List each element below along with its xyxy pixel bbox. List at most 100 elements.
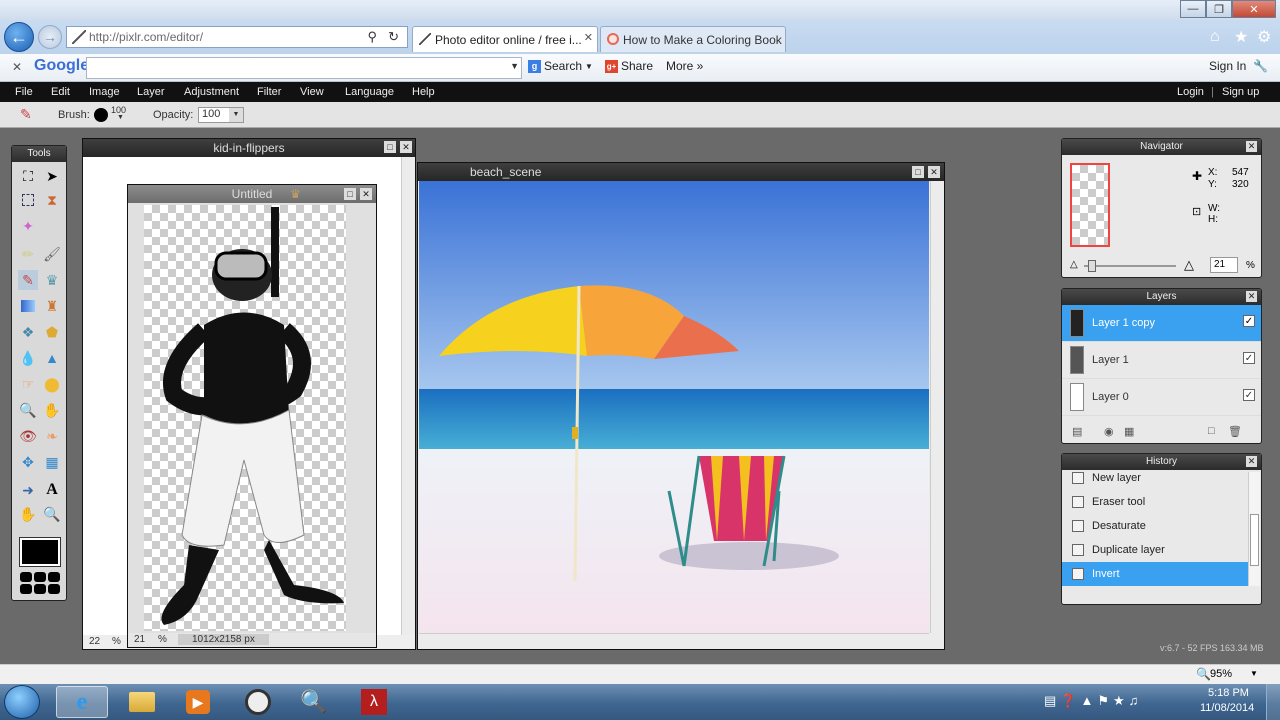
pencil-icon[interactable]: ✏ xyxy=(18,244,38,264)
zoom-icon[interactable]: 🔍 xyxy=(42,504,62,524)
marquee-icon[interactable] xyxy=(18,190,38,210)
history-item[interactable]: Duplicate layer xyxy=(1062,538,1248,562)
menu-help[interactable]: Help xyxy=(412,86,435,98)
share-button[interactable]: g+ Share xyxy=(605,59,653,73)
lasso-icon[interactable]: ⧗ xyxy=(42,190,62,210)
history-item[interactable]: New layer xyxy=(1062,466,1248,490)
zoom-level[interactable]: 95% xyxy=(1210,668,1232,680)
maximize-button[interactable]: ❐ xyxy=(1206,0,1232,18)
scrollbar-horizontal[interactable] xyxy=(419,633,929,647)
color-picker-icon[interactable]: ➜ xyxy=(18,480,38,500)
media-player-icon[interactable]: ▶ xyxy=(172,686,224,718)
layer-row[interactable]: Layer 1 ✓ xyxy=(1062,342,1261,379)
tab-coloring-book[interactable]: How to Make a Coloring Book xyxy=(600,26,786,52)
chevron-down-icon[interactable]: ▼ xyxy=(229,108,243,122)
search-icon[interactable]: ⚲ xyxy=(367,29,377,45)
address-bar[interactable]: http://pixlr.com/editor/ ⚲ ↻ xyxy=(66,26,408,48)
history-item[interactable]: Invert xyxy=(1062,562,1248,586)
drawing-icon[interactable]: ⬟ xyxy=(42,322,62,342)
brush-icon[interactable]: 🖌 xyxy=(42,244,62,264)
type-icon[interactable]: A xyxy=(42,480,62,500)
tray-icons[interactable]: ▤❓▲⚑★♫ xyxy=(1044,693,1142,709)
menu-image[interactable]: Image xyxy=(89,86,120,98)
close-toolbar-icon[interactable]: ✕ xyxy=(12,60,22,74)
scrollbar-vertical[interactable] xyxy=(930,181,944,633)
color-swatch[interactable] xyxy=(19,537,61,567)
close-icon[interactable]: ✕ xyxy=(928,166,940,178)
visibility-checkbox[interactable]: ✓ xyxy=(1243,389,1255,401)
refresh-icon[interactable]: ↻ xyxy=(388,29,399,45)
start-button[interactable] xyxy=(4,685,40,719)
maximize-icon[interactable]: □ xyxy=(384,141,396,153)
scrollbar-vertical[interactable] xyxy=(401,157,415,635)
red-eye-icon[interactable]: 👁 xyxy=(18,426,38,446)
canvas-kid[interactable] xyxy=(144,205,346,631)
scrollbar-vertical[interactable] xyxy=(1248,472,1260,586)
blur-icon[interactable]: 💧 xyxy=(18,348,38,368)
more-button[interactable]: More » xyxy=(666,59,703,73)
zoom-input[interactable]: 21 xyxy=(1210,257,1238,273)
gradient-icon[interactable] xyxy=(18,296,38,316)
close-icon[interactable]: ✕ xyxy=(400,141,412,153)
zoom-out-icon[interactable]: △ xyxy=(1070,259,1078,270)
settings-gear-icon[interactable]: ⚙ xyxy=(1257,27,1271,47)
smudge-icon[interactable]: ☞ xyxy=(18,374,38,394)
layer-row[interactable]: Layer 1 copy ✓ xyxy=(1062,305,1261,342)
chevron-down-icon[interactable]: ▼ xyxy=(1250,669,1258,678)
login-link[interactable]: Login xyxy=(1177,86,1204,98)
internet-explorer-icon[interactable]: e xyxy=(56,686,108,718)
back-button[interactable]: ← xyxy=(4,22,34,52)
zoom-slider-handle[interactable] xyxy=(1088,260,1096,272)
close-icon[interactable]: ✕ xyxy=(1246,291,1257,302)
hand-icon[interactable]: ✋ xyxy=(18,504,38,524)
zoom-slider[interactable] xyxy=(1084,260,1176,272)
navigator-thumbnail[interactable] xyxy=(1070,163,1110,247)
visibility-checkbox[interactable]: ✓ xyxy=(1243,352,1255,364)
layer-mask-icon[interactable]: ◉ xyxy=(1104,425,1114,438)
visibility-checkbox[interactable]: ✓ xyxy=(1243,315,1255,327)
bloat-icon[interactable]: ✥ xyxy=(18,452,38,472)
swatch-grid-icon[interactable] xyxy=(20,572,60,594)
scrollbar-thumb[interactable] xyxy=(1250,514,1259,566)
stamp-icon[interactable]: ♜ xyxy=(42,296,62,316)
close-icon[interactable]: ✕ xyxy=(360,188,372,200)
menu-filter[interactable]: Filter xyxy=(257,86,281,98)
crop-icon[interactable]: ⛶ xyxy=(18,166,38,186)
brush-preview[interactable] xyxy=(94,108,108,122)
show-desktop-button[interactable] xyxy=(1266,684,1280,720)
menu-adjustment[interactable]: Adjustment xyxy=(184,86,239,98)
menu-layer[interactable]: Layer xyxy=(137,86,165,98)
close-tab-icon[interactable]: ✕ xyxy=(584,31,593,44)
sponge-icon[interactable]: ⬤ xyxy=(42,374,62,394)
canvas-beach[interactable] xyxy=(419,181,929,633)
color-replace-icon[interactable]: ❖ xyxy=(18,322,38,342)
menu-view[interactable]: View xyxy=(300,86,324,98)
google-search-button[interactable]: g Search ▼ xyxy=(528,59,593,73)
clock-app-icon[interactable] xyxy=(232,686,284,718)
minimize-button[interactable]: — xyxy=(1180,0,1206,18)
search-app-icon[interactable]: 🔍 xyxy=(288,686,340,718)
menu-language[interactable]: Language xyxy=(345,86,394,98)
move-icon[interactable]: ➤ xyxy=(42,166,62,186)
layer-row[interactable]: Layer 0 ✓ xyxy=(1062,379,1261,416)
layer-settings-icon[interactable]: ▤ xyxy=(1072,425,1082,438)
history-item[interactable]: Desaturate xyxy=(1062,514,1248,538)
close-icon[interactable]: ✕ xyxy=(1246,141,1257,152)
history-item[interactable]: Eraser tool xyxy=(1062,490,1248,514)
sign-in-button[interactable]: Sign In 🔧 xyxy=(1209,59,1268,73)
dodge-icon[interactable]: 🔍 xyxy=(18,400,38,420)
chevron-down-icon[interactable]: ▼ xyxy=(510,61,519,71)
zoom-in-icon[interactable]: △ xyxy=(1184,257,1194,273)
menu-file[interactable]: File xyxy=(15,86,33,98)
tab-photo-editor[interactable]: Photo editor online / free i... ✕ xyxy=(412,26,598,52)
maximize-icon[interactable]: □ xyxy=(344,188,356,200)
window-close-button[interactable]: ✕ xyxy=(1232,0,1276,18)
forward-button[interactable]: → xyxy=(38,25,62,49)
new-layer-icon[interactable]: □ xyxy=(1208,425,1215,437)
maximize-icon[interactable]: □ xyxy=(912,166,924,178)
menu-edit[interactable]: Edit xyxy=(51,86,70,98)
acrobat-icon[interactable]: λ xyxy=(348,686,400,718)
bucket-icon[interactable]: ♛ xyxy=(42,270,62,290)
home-icon[interactable]: ⌂ xyxy=(1210,28,1220,46)
pinch-icon[interactable]: ▦ xyxy=(42,452,62,472)
